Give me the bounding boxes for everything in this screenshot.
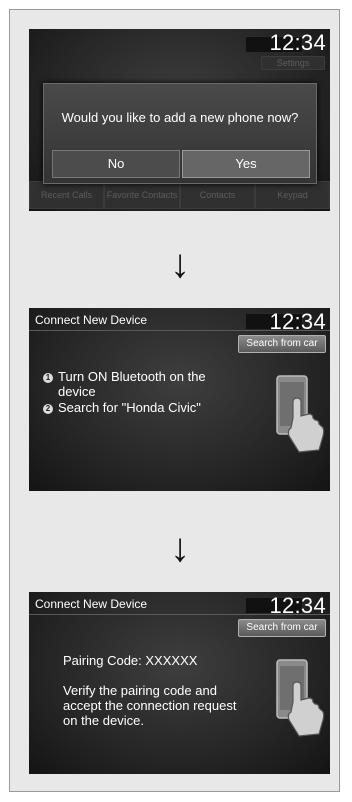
favorite-contacts-button[interactable]: Favorite Contacts — [104, 181, 180, 209]
screen-title: Connect New Device — [35, 313, 148, 327]
verify-instruction-line-3: on the device. — [63, 713, 144, 728]
step-1-text: Turn ON Bluetooth on the — [58, 369, 206, 384]
down-arrow-icon: ↓ — [170, 526, 190, 570]
step-2-text: Search for "Honda Civic" — [58, 400, 201, 415]
pairing-code-screen: Connect New Device 12:34 Search from car… — [29, 592, 330, 774]
step-1-number: 1 — [43, 373, 53, 383]
clock: 12:34 — [269, 309, 326, 334]
dialog-message: Would you like to add a new phone now? — [61, 110, 299, 125]
search-from-car-button[interactable]: Search from car — [238, 619, 326, 637]
step-1: 1 Turn ON Bluetooth on the — [43, 370, 206, 384]
clock: 12:34 — [269, 30, 326, 55]
step-2: 2 Search for "Honda Civic" — [43, 401, 201, 415]
phone-touch-icon — [276, 375, 325, 453]
connect-new-device-screen: Connect New Device 12:34 Search from car… — [29, 308, 330, 491]
step-1-continued: device — [58, 384, 96, 399]
screen-title: Connect New Device — [35, 597, 148, 611]
recent-calls-button[interactable]: Recent Calls — [29, 181, 104, 209]
search-from-car-button[interactable]: Search from car — [238, 335, 326, 353]
add-phone-dialog: Would you like to add a new phone now? N… — [43, 83, 317, 184]
verify-instruction-line-2: accept the connection request — [63, 698, 237, 713]
step-2-number: 2 — [43, 404, 53, 414]
pairing-code-text: Pairing Code: XXXXXX — [63, 653, 198, 668]
add-phone-prompt-screen: 12:34 Settings Recent Calls Favorite Con… — [29, 29, 330, 211]
yes-button[interactable]: Yes — [182, 150, 310, 178]
verify-instruction-line-1: Verify the pairing code and — [63, 683, 217, 698]
contacts-button[interactable]: Contacts — [180, 181, 255, 209]
phone-touch-icon — [276, 659, 325, 737]
clock: 12:34 — [269, 593, 326, 618]
settings-button[interactable]: Settings — [261, 56, 325, 70]
keypad-button[interactable]: Keypad — [255, 181, 330, 209]
no-button[interactable]: No — [52, 150, 180, 178]
down-arrow-icon: ↓ — [170, 242, 190, 286]
